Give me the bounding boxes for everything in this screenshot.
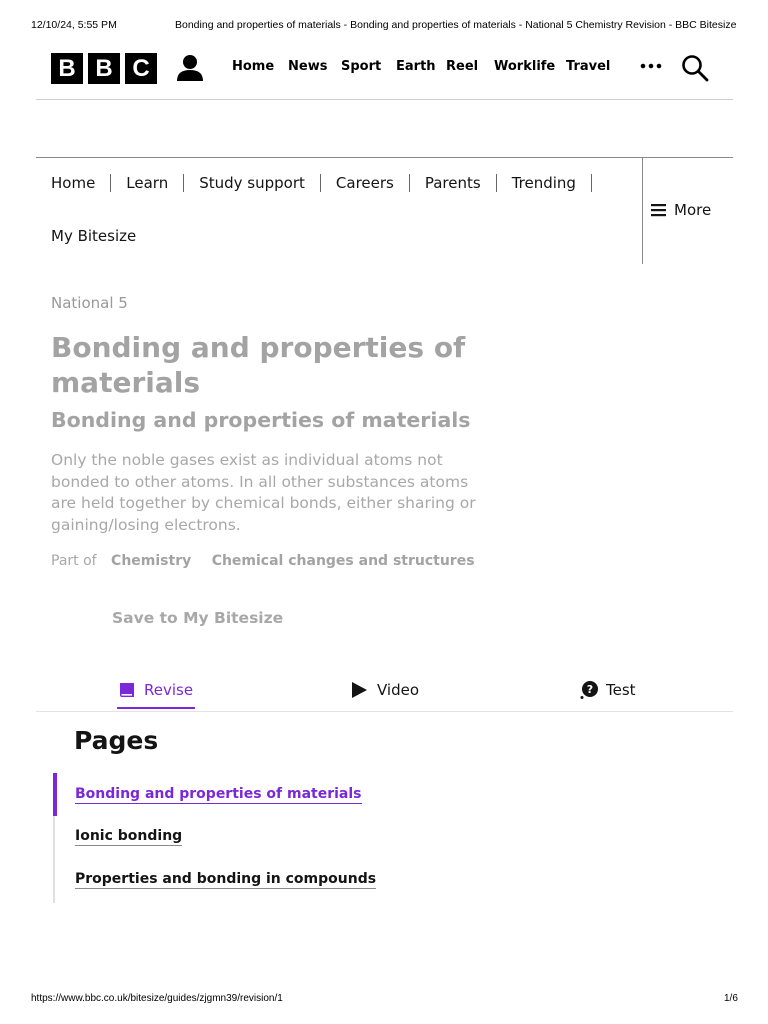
bitesize-nav-learn[interactable]: Learn — [126, 174, 168, 192]
account-icon[interactable] — [176, 54, 204, 82]
more-dots-icon[interactable] — [640, 58, 662, 74]
page-subtitle: Bonding and properties of materials — [51, 408, 471, 432]
bitesize-nav-trending[interactable]: Trending — [512, 174, 576, 192]
tab-revise[interactable]: Revise — [116, 681, 196, 709]
pages-list: Bonding and properties of materials Ioni… — [53, 773, 453, 903]
bbc-logo[interactable]: B B C — [51, 53, 157, 84]
guide-hero: National 5 Bonding and properties of mat… — [51, 294, 491, 569]
bitesize-nav-study-support[interactable]: Study support — [199, 174, 305, 192]
crumb-chemistry[interactable]: Chemistry — [111, 553, 191, 569]
tab-revise-label: Revise — [144, 681, 194, 699]
guide-summary: Only the noble gases exist as individual… — [51, 451, 476, 534]
book-icon — [120, 683, 134, 697]
part-of-breadcrumb: Part of Chemistry Chemical changes and s… — [51, 553, 475, 569]
bitesize-nav-parents[interactable]: Parents — [425, 174, 481, 192]
bitesize-nav-careers[interactable]: Careers — [336, 174, 394, 192]
nav-divider — [408, 174, 410, 192]
tab-video[interactable]: Video — [351, 681, 419, 699]
nav-divider — [319, 174, 321, 192]
nav-divider — [110, 174, 112, 192]
global-nav-news[interactable]: News — [288, 59, 341, 74]
nav-vertical-divider — [642, 158, 643, 264]
pages-heading: Pages — [74, 726, 159, 755]
global-nav: Home News Sport Earth Reel Worklife Trav… — [232, 59, 616, 74]
bitesize-nav-home[interactable]: Home — [51, 174, 95, 192]
part-of-label: Part of — [51, 553, 97, 569]
more-menu-label: More — [674, 201, 712, 219]
menu-icon — [651, 204, 666, 217]
bbc-logo-letter: C — [125, 53, 157, 84]
nav-divider — [590, 174, 592, 192]
search-icon[interactable] — [681, 54, 709, 82]
global-nav-earth[interactable]: Earth — [396, 59, 446, 74]
tab-test[interactable]: ? Test — [580, 681, 636, 699]
bbc-logo-letter: B — [88, 53, 120, 84]
nav-divider — [495, 174, 497, 192]
current-page-indicator — [53, 773, 57, 816]
nav-divider — [183, 174, 185, 192]
global-nav-worklife[interactable]: Worklife — [494, 59, 566, 74]
bbc-masthead: B B C Home News Sport Earth Reel Worklif… — [36, 45, 733, 100]
global-nav-reel[interactable]: Reel — [446, 59, 494, 74]
global-nav-sport[interactable]: Sport — [341, 59, 396, 74]
bitesize-nav-my-bitesize[interactable]: My Bitesize — [51, 227, 136, 245]
page-link-ionic-bonding[interactable]: Ionic bonding — [75, 828, 183, 846]
crumb-chemical-changes[interactable]: Chemical changes and structures — [212, 553, 475, 569]
question-icon: ? — [580, 681, 598, 699]
svg-text:?: ? — [587, 683, 593, 696]
bbc-logo-letter: B — [51, 53, 83, 84]
print-page-number: 1/6 — [724, 993, 738, 1004]
global-nav-home[interactable]: Home — [232, 59, 288, 74]
page-title: Bonding and properties of materials — [51, 331, 466, 399]
tab-test-label: Test — [606, 681, 636, 699]
global-nav-travel[interactable]: Travel — [566, 59, 616, 74]
page-link-bonding-properties[interactable]: Bonding and properties of materials — [75, 786, 362, 804]
print-date: 12/10/24, 5:55 PM — [31, 19, 117, 31]
guide-tabs: Revise Video ? Test — [36, 674, 733, 712]
tab-video-label: Video — [377, 681, 420, 699]
save-to-my-bitesize-button[interactable]: Save to My Bitesize — [112, 609, 283, 627]
more-menu-button[interactable]: More — [651, 201, 711, 219]
page-link-properties-compounds[interactable]: Properties and bonding in compounds — [75, 871, 377, 889]
bitesize-nav-row: Home Learn Study support Careers Parents… — [51, 174, 607, 192]
bitesize-nav: Home Learn Study support Careers Parents… — [36, 157, 733, 264]
print-document-title: Bonding and properties of materials - Bo… — [175, 19, 737, 31]
level-label: National 5 — [51, 294, 128, 312]
print-url: https://www.bbc.co.uk/bitesize/guides/zj… — [31, 993, 283, 1004]
play-icon — [352, 682, 367, 698]
print-header: 12/10/24, 5:55 PM Bonding and properties… — [0, 19, 768, 33]
